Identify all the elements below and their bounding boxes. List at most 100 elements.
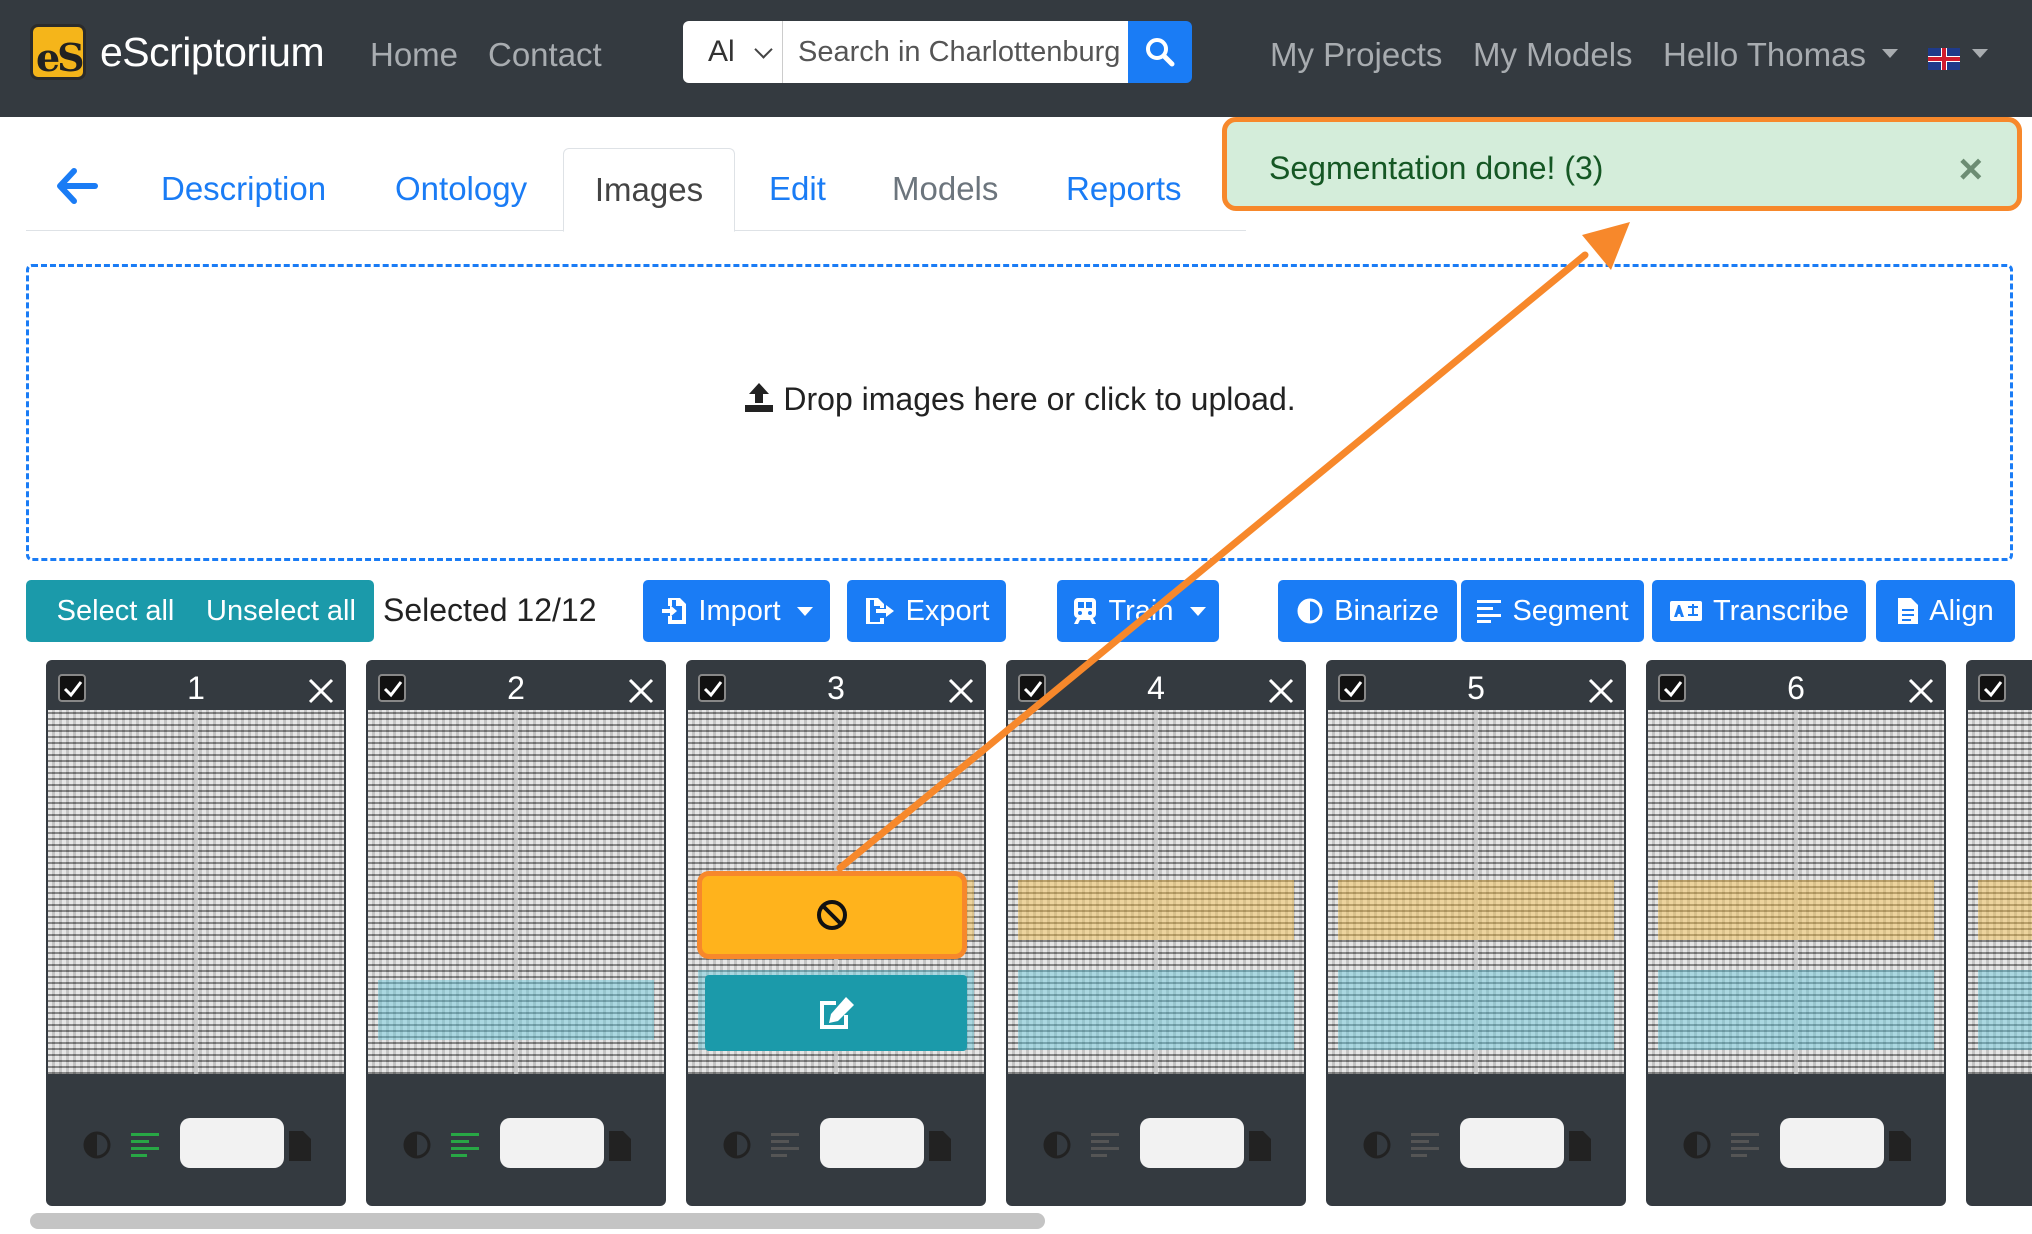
- transcribe-status[interactable]: [1780, 1118, 1884, 1168]
- nav-contact-link[interactable]: Contact: [488, 36, 602, 74]
- align-status[interactable]: [1248, 1130, 1272, 1167]
- card-delete-button[interactable]: [948, 678, 974, 709]
- uk-flag-icon[interactable]: [1928, 48, 1960, 70]
- image-card[interactable]: 4: [1006, 660, 1306, 1206]
- unselect-all-button[interactable]: Unselect all: [188, 580, 374, 642]
- select-all-button[interactable]: Select all: [26, 580, 205, 642]
- segment-status[interactable]: [770, 1130, 800, 1165]
- binarize-status[interactable]: [1682, 1130, 1712, 1165]
- check-icon: [1983, 681, 2003, 698]
- toast-close-button[interactable]: ×: [1958, 148, 1983, 190]
- segment-status[interactable]: [130, 1130, 160, 1165]
- align-status[interactable]: [1888, 1130, 1912, 1167]
- card-number: 2: [507, 670, 525, 706]
- transcribe-button[interactable]: Transcribe: [1652, 580, 1866, 642]
- card-delete-button[interactable]: [1268, 678, 1294, 709]
- tab-description[interactable]: Description: [161, 170, 326, 208]
- page-thumbnail[interactable]: [368, 710, 664, 1074]
- nav-my-projects-link[interactable]: My Projects: [1270, 36, 1442, 74]
- card-delete-button[interactable]: [1588, 678, 1614, 709]
- train-button[interactable]: Train: [1057, 580, 1219, 642]
- search-icon: [1146, 38, 1175, 67]
- nav-my-models-link[interactable]: My Models: [1473, 36, 1633, 74]
- horizontal-scrollbar[interactable]: [30, 1213, 1045, 1229]
- binarize-status[interactable]: [82, 1130, 112, 1165]
- close-icon: [1268, 678, 1294, 704]
- language-menu-caret[interactable]: [1972, 36, 1988, 74]
- tab-ontology[interactable]: Ontology: [395, 170, 527, 208]
- align-status[interactable]: [928, 1130, 952, 1167]
- export-label: Export: [905, 594, 990, 627]
- card-select-checkbox[interactable]: [1978, 674, 2006, 702]
- transcribe-status[interactable]: [180, 1118, 284, 1168]
- escriptorium-logo: eS: [30, 24, 86, 80]
- binarize-status[interactable]: [1042, 1130, 1072, 1165]
- nav-home-link[interactable]: Home: [370, 36, 458, 74]
- brand[interactable]: eS eScriptorium: [30, 24, 325, 80]
- align-status[interactable]: [288, 1130, 312, 1167]
- export-button[interactable]: Export: [847, 580, 1006, 642]
- page-thumbnail[interactable]: [1328, 710, 1624, 1074]
- transcribe-status[interactable]: [500, 1118, 604, 1168]
- segment-status[interactable]: [1090, 1130, 1120, 1165]
- card-delete-button[interactable]: [1908, 678, 1934, 709]
- segmentation-toast: Segmentation done! (3) ×: [1222, 117, 2022, 211]
- image-card[interactable]: 5: [1326, 660, 1626, 1206]
- close-icon: [948, 678, 974, 704]
- card-delete-button[interactable]: [628, 678, 654, 709]
- binarize-status[interactable]: [722, 1130, 752, 1165]
- tab-models[interactable]: Models: [892, 170, 998, 208]
- page-thumbnail[interactable]: [48, 710, 344, 1074]
- edit-icon: [820, 997, 854, 1029]
- image-card[interactable]: 6: [1646, 660, 1946, 1206]
- transcribe-label: Transcribe: [1713, 594, 1849, 627]
- adjust-icon: [1043, 1131, 1071, 1159]
- region-highlight: [1658, 970, 1934, 1050]
- adjust-icon: [1363, 1131, 1391, 1159]
- search-scope-select[interactable]: Al: [683, 21, 783, 83]
- transcribe-status[interactable]: [820, 1118, 924, 1168]
- card-number: 1: [187, 670, 205, 706]
- segment-status[interactable]: [1410, 1130, 1440, 1165]
- search-input[interactable]: [783, 21, 1128, 83]
- import-label: Import: [698, 594, 781, 627]
- caret-down-icon: [1972, 48, 1988, 58]
- transcribe-status[interactable]: [1460, 1118, 1564, 1168]
- segment-status[interactable]: [450, 1130, 480, 1165]
- image-dropzone[interactable]: Drop images here or click to upload.: [26, 264, 2013, 561]
- card-number: 5: [1467, 670, 1485, 706]
- cancel-task-button[interactable]: [697, 871, 967, 959]
- page-thumbnail[interactable]: [1648, 710, 1944, 1074]
- binarize-button[interactable]: Binarize: [1278, 580, 1457, 642]
- user-menu[interactable]: Hello Thomas: [1663, 36, 1898, 74]
- dropzone-text: Drop images here or click to upload.: [783, 381, 1296, 417]
- tab-images[interactable]: Images: [563, 148, 735, 232]
- card-delete-button[interactable]: [308, 678, 334, 709]
- image-card[interactable]: 2: [366, 660, 666, 1206]
- chevron-down-icon: [754, 40, 773, 59]
- search-button[interactable]: [1128, 21, 1192, 83]
- tab-edit[interactable]: Edit: [769, 170, 826, 208]
- transcribe-status[interactable]: [1140, 1118, 1244, 1168]
- edit-part-button[interactable]: [705, 975, 967, 1051]
- align-status[interactable]: [1568, 1130, 1592, 1167]
- align-left-icon: [1477, 600, 1502, 623]
- adjust-icon: [723, 1131, 751, 1159]
- align-status[interactable]: [608, 1130, 632, 1167]
- segment-button[interactable]: Segment: [1461, 580, 1644, 642]
- binarize-status[interactable]: [402, 1130, 432, 1165]
- brand-name: eScriptorium: [100, 28, 325, 75]
- import-button[interactable]: Import: [643, 580, 830, 642]
- file-text-icon: [289, 1131, 311, 1161]
- file-text-icon: [1249, 1131, 1271, 1161]
- page-thumbnail[interactable]: [1968, 710, 2032, 1074]
- image-card[interactable]: 1: [46, 660, 346, 1206]
- tab-reports[interactable]: Reports: [1066, 170, 1182, 208]
- close-icon: [628, 678, 654, 704]
- back-button[interactable]: [56, 168, 98, 209]
- align-button[interactable]: Align: [1876, 580, 2015, 642]
- binarize-status[interactable]: [1362, 1130, 1392, 1165]
- segment-status[interactable]: [1730, 1130, 1760, 1165]
- image-card-partial[interactable]: [1966, 660, 2032, 1206]
- page-thumbnail[interactable]: [1008, 710, 1304, 1074]
